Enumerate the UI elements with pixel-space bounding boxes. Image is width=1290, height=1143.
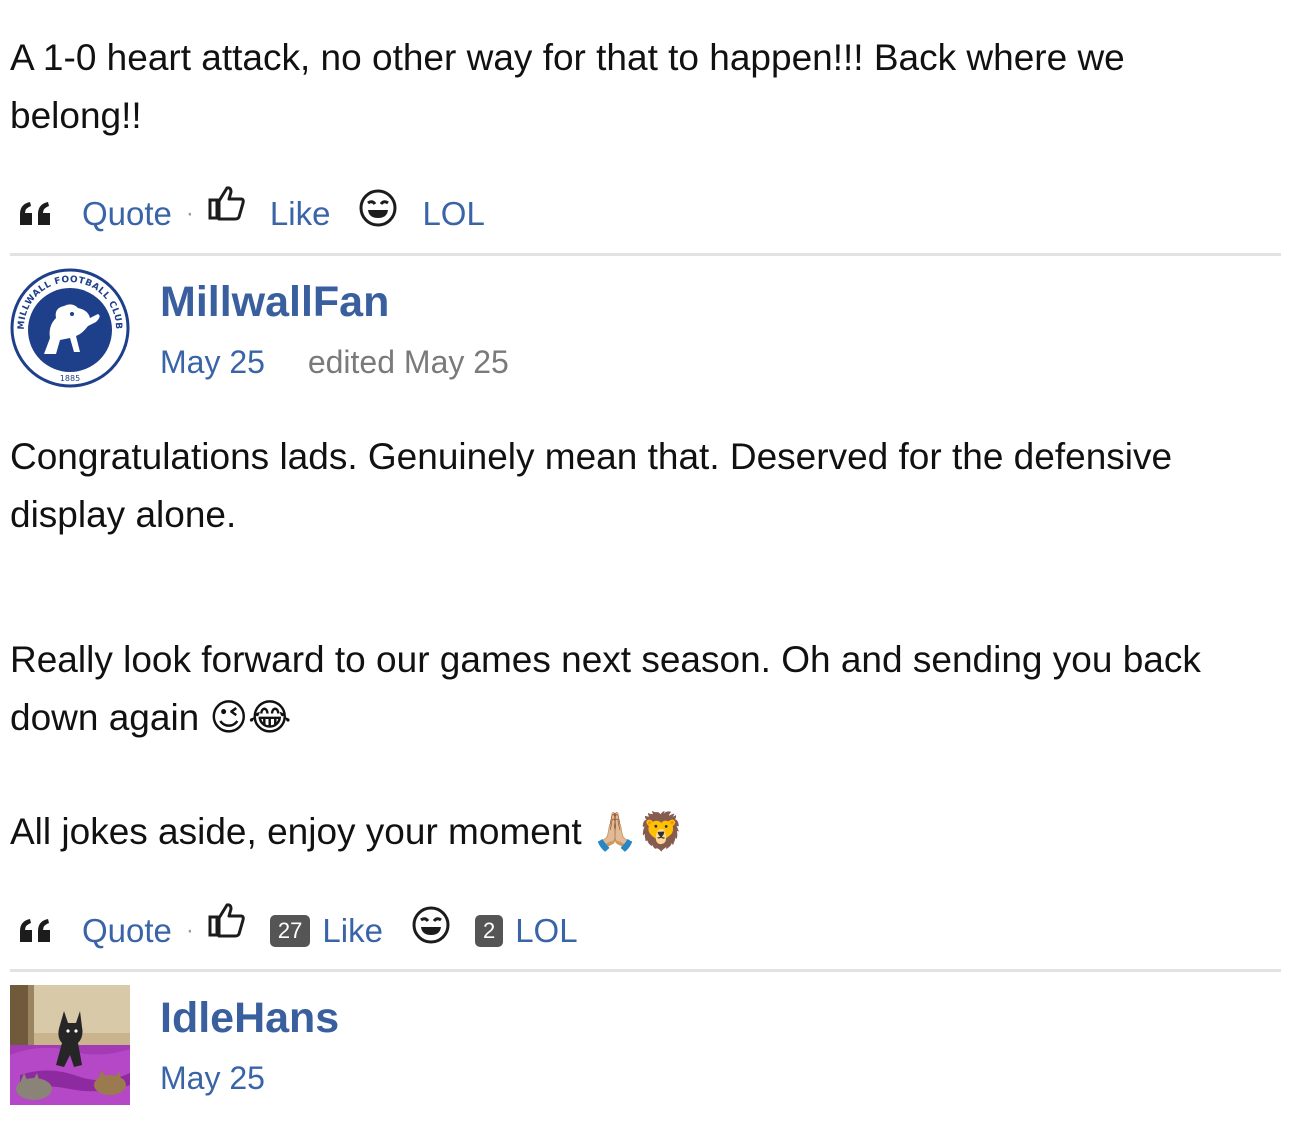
wink-face-icon[interactable] [411,905,451,945]
post-body: A 1-0 heart attack, no other way for tha… [10,37,1125,136]
post-body: Congratulations lads. Genuinely mean tha… [10,436,1173,535]
post-date[interactable]: May 25 [160,344,265,380]
post-paragraph: All jokes aside, enjoy your moment 🙏🏼🦁 [10,810,685,853]
author-name[interactable]: IdleHans [160,992,339,1044]
separator-dot: · [185,917,194,944]
quote-link[interactable]: Quote [82,195,172,233]
wink-face-icon[interactable] [358,188,398,228]
reaction-bar: Quote · 27 Like 2 LOL [18,903,578,957]
like-link[interactable]: Like [270,195,331,233]
quote-icon[interactable] [18,918,54,944]
pet-photo-avatar [10,985,130,1105]
reaction-bar: Quote · Like LOL [18,186,485,240]
author-name[interactable]: MillwallFan [160,276,389,328]
post-date[interactable]: May 25 [160,1060,265,1096]
post-meta: May 25 [160,1058,265,1098]
quote-icon[interactable] [18,201,54,227]
wink-laugh-emoji: 😉😂 [209,696,292,739]
post-paragraph: Really look forward to our games next se… [10,639,1201,739]
thumbs-up-icon[interactable] [208,184,246,222]
lol-link[interactable]: LOL [422,195,484,233]
avatar[interactable] [10,985,130,1105]
thumbs-up-icon[interactable] [208,901,246,939]
forum-thread: A 1-0 heart attack, no other way for tha… [0,0,1290,1143]
pray-lion-emoji: 🙏🏼🦁 [592,810,685,853]
post-divider [10,253,1281,256]
post-divider [10,969,1281,972]
like-link[interactable]: Like [322,912,383,950]
like-count-badge: 27 [269,915,311,947]
avatar[interactable]: MILLWALL FOOTBALL CLUB 1885 [10,268,130,388]
lol-count-badge: 2 [474,915,504,947]
edited-note: edited May 25 [307,344,509,380]
lol-link[interactable]: LOL [515,912,577,950]
millwall-crest-icon: MILLWALL FOOTBALL CLUB 1885 [10,268,130,388]
svg-text:1885: 1885 [60,374,80,383]
post-meta: May 25 edited May 25 [160,342,509,382]
quote-link[interactable]: Quote [82,912,172,950]
separator-dot: · [185,200,194,227]
